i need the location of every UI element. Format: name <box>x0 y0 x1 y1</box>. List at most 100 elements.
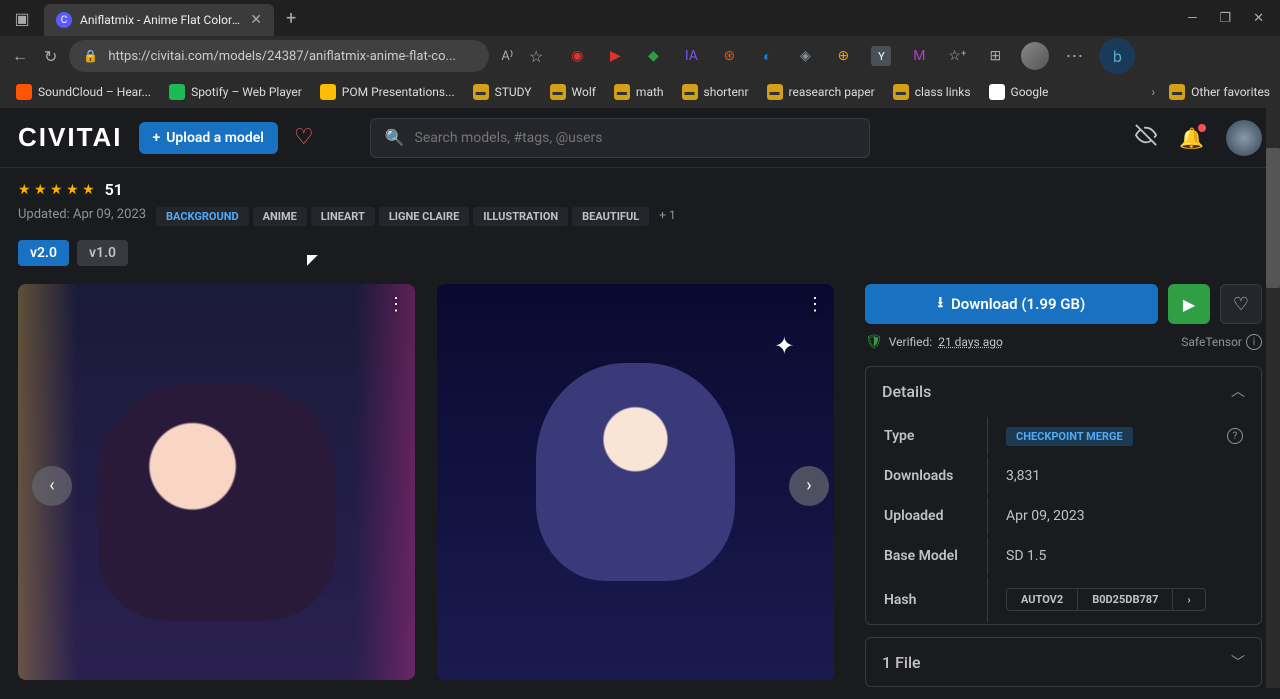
ext-icon-9[interactable]: Y <box>871 46 891 66</box>
carousel-prev-button[interactable]: ‹ <box>32 466 72 506</box>
bookmark-item[interactable]: ▬reasearch paper <box>761 81 881 103</box>
bookmark-icon: ▬ <box>682 84 698 100</box>
tag[interactable]: BACKGROUND <box>156 207 249 226</box>
ext-icon-10[interactable]: M <box>909 46 929 66</box>
user-avatar[interactable] <box>1226 120 1262 156</box>
chevron-up-icon: ︿ <box>1231 381 1245 401</box>
type-label: Type <box>868 417 988 455</box>
bookmark-item[interactable]: ▬class links <box>887 81 977 103</box>
details-header[interactable]: Details ︿ <box>866 367 1261 415</box>
tag[interactable]: ANIME <box>253 207 307 226</box>
bookmark-icon: ▬ <box>614 84 630 100</box>
image-menu-icon[interactable]: ⋮ <box>806 294 824 315</box>
type-badge: CHECKPOINT MERGE <box>1006 427 1133 446</box>
window-close-button[interactable]: ✕ <box>1253 11 1264 26</box>
bookmark-icon <box>16 84 32 100</box>
browser-tab[interactable]: C Aniflatmix - Anime Flat Color Sty ✕ <box>44 4 274 36</box>
scrollbar-thumb[interactable] <box>1266 148 1280 288</box>
tag[interactable]: LINEART <box>311 207 375 226</box>
bookmarks-overflow-button[interactable]: › <box>1152 85 1156 99</box>
ext-icon-2[interactable]: ▶ <box>605 46 625 66</box>
lock-icon: 🔒 <box>83 49 98 63</box>
info-icon[interactable]: i <box>1246 334 1262 350</box>
downloads-label: Downloads <box>868 457 988 495</box>
tag[interactable]: BEAUTIFUL <box>572 207 649 226</box>
tab-favicon: C <box>56 12 72 28</box>
eye-off-icon[interactable] <box>1135 124 1157 151</box>
more-icon[interactable]: ⋯ <box>1065 46 1083 67</box>
image-menu-icon[interactable]: ⋮ <box>387 294 405 315</box>
bing-button[interactable]: b <box>1099 38 1135 74</box>
ext-icon-1[interactable]: ◉ <box>567 46 587 66</box>
upload-model-button[interactable]: + Upload a model <box>139 122 278 154</box>
downloads-value: 3,831 <box>990 457 1259 495</box>
bookmark-icon: ▬ <box>550 84 566 100</box>
updated-date: Updated: Apr 09, 2023 <box>18 207 146 222</box>
hash-expand-button[interactable]: › <box>1173 589 1204 610</box>
verified-date[interactable]: 21 days ago <box>938 335 1003 349</box>
minimize-button[interactable]: — <box>1187 11 1197 26</box>
bookmark-item[interactable]: ▬shortenr <box>676 81 755 103</box>
files-header[interactable]: 1 File ﹀ <box>866 638 1261 686</box>
url-text: https://civitai.com/models/24387/aniflat… <box>108 49 455 64</box>
tag[interactable]: ILLUSTRATION <box>473 207 568 226</box>
gallery-image-1[interactable]: ⋮ <box>18 284 415 680</box>
bookmark-label: SoundCloud – Hear... <box>38 85 151 99</box>
tab-title: Aniflatmix - Anime Flat Color Sty <box>80 13 242 27</box>
tag[interactable]: LIGNE CLAIRE <box>379 207 469 226</box>
run-button[interactable]: ▶ <box>1168 284 1210 324</box>
refresh-button[interactable]: ↻ <box>40 43 61 70</box>
back-button[interactable]: ← <box>8 42 32 70</box>
notification-dot <box>1198 124 1206 132</box>
new-tab-button[interactable]: + <box>286 8 296 29</box>
favorite-button[interactable]: ♡ <box>1220 284 1262 324</box>
download-icon: ⭳ <box>938 292 943 317</box>
favorites-icon[interactable]: ☆⁺ <box>947 46 967 66</box>
address-bar[interactable]: 🔒 https://civitai.com/models/24387/anifl… <box>69 40 489 72</box>
download-button[interactable]: ⭳ Download (1.99 GB) <box>865 284 1158 324</box>
verified-label: Verified: <box>889 335 932 349</box>
maximize-button[interactable]: ❐ <box>1219 11 1231 26</box>
favorite-icon[interactable]: ☆ <box>525 43 547 70</box>
ext-icon-6[interactable]: ◐ <box>757 46 777 66</box>
bookmark-label: Spotify – Web Player <box>191 85 302 99</box>
search-input[interactable] <box>415 130 855 146</box>
gallery-image-2[interactable]: ⋮ <box>437 284 834 680</box>
bell-icon[interactable]: 🔔 <box>1179 126 1204 150</box>
read-aloud-icon[interactable]: A⁾ <box>497 45 517 68</box>
bookmark-item[interactable]: Google <box>983 81 1055 103</box>
plus-icon: + <box>153 130 161 146</box>
other-favorites[interactable]: ▬Other favorites <box>1169 84 1270 100</box>
bookmark-item[interactable]: ▬math <box>608 81 670 103</box>
version-tab[interactable]: v2.0 <box>18 240 69 266</box>
ext-icon-4[interactable]: IA <box>681 46 701 66</box>
info-icon[interactable]: ? <box>1227 428 1243 444</box>
search-box[interactable]: 🔍 <box>370 118 870 158</box>
version-tab[interactable]: v1.0 <box>77 240 128 266</box>
ext-icon-3[interactable]: ◆ <box>643 46 663 66</box>
collections-icon[interactable]: ⊞ <box>985 46 1005 66</box>
chevron-down-icon: ﹀ <box>1231 652 1245 672</box>
tags-more[interactable]: + 1 <box>659 208 676 222</box>
close-icon[interactable]: ✕ <box>250 12 262 28</box>
bookmark-label: Wolf <box>572 85 596 99</box>
ext-icon-8[interactable]: ⊕ <box>833 46 853 66</box>
heart-icon[interactable]: ♡ <box>294 125 314 150</box>
ext-icon-5[interactable]: ⊛ <box>719 46 739 66</box>
tab-groups-button[interactable]: ▣ <box>10 6 34 30</box>
bookmark-icon <box>989 84 1005 100</box>
bookmark-item[interactable]: ▬ Wolf <box>544 81 602 103</box>
profile-avatar[interactable] <box>1021 42 1049 70</box>
carousel-next-button[interactable]: › <box>789 466 829 506</box>
site-logo[interactable]: CIVITAI <box>18 122 123 153</box>
download-label: Download (1.99 GB) <box>951 295 1085 313</box>
bookmark-item[interactable]: POM Presentations... <box>314 81 461 103</box>
safetensor-label: SafeTensor <box>1181 335 1242 349</box>
scrollbar[interactable] <box>1266 108 1280 688</box>
bookmark-icon <box>169 84 185 100</box>
ext-icon-7[interactable]: ◈ <box>795 46 815 66</box>
bookmark-item[interactable]: Spotify – Web Player <box>163 81 308 103</box>
bookmark-item[interactable]: ▬STUDY <box>467 81 538 103</box>
bookmark-item[interactable]: SoundCloud – Hear... <box>10 81 157 103</box>
basemodel-label: Base Model <box>868 537 988 575</box>
